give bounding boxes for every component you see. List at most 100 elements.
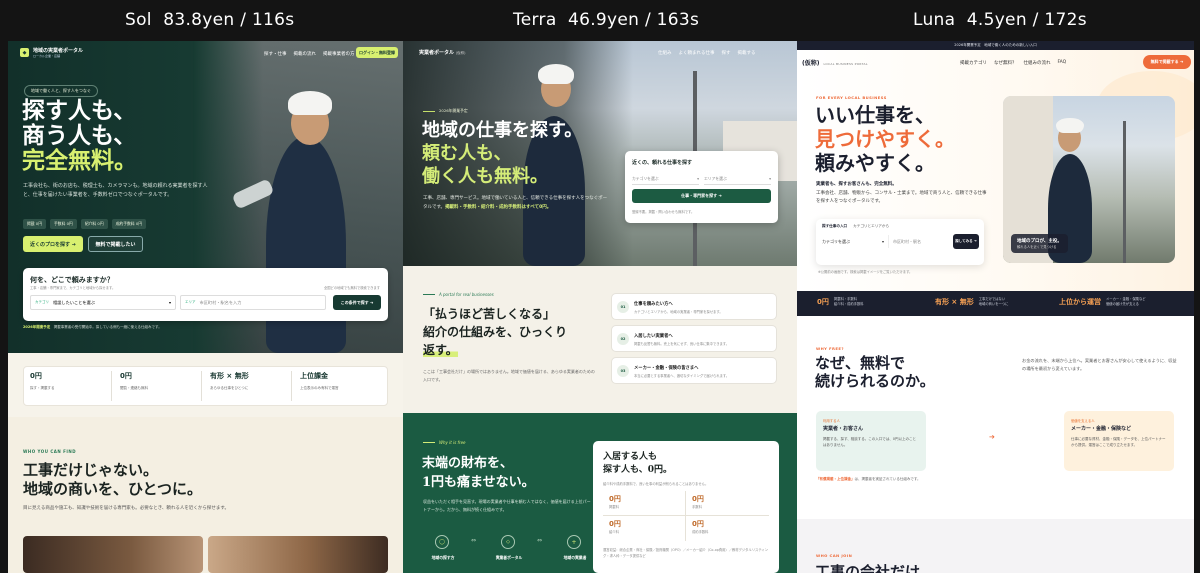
terra-description: 工事、店舗、専門サービス。地域で働いている人と、信頼できる仕事を探す人をつなぐポ… xyxy=(423,196,608,210)
stat-item: 有形 × 無形 あらゆる仕事をひとつに xyxy=(210,371,292,401)
luna-search-card: 探す仕事の入口 カテゴリとエリアから カテゴリを選ぶ ▾ 市区町村・駅名 探してみる… xyxy=(816,219,984,265)
luna-nav-item[interactable]: FAQ xyxy=(1058,60,1067,66)
terra-search-card: 近くの、頼れる仕事を探す カテゴリを選ぶ ▾ エリアを選ぶ ▾ 仕事・専門家を探す … xyxy=(625,151,778,223)
luna-partner-box: 価値を支える人 メーカー・金融・保険など 仕事に必要な資材、金融・保険・データを… xyxy=(1064,411,1174,471)
terra-brand[interactable]: 実業者ポータル (仮称) xyxy=(419,49,466,56)
list-free-button[interactable]: 無料で掲載したい xyxy=(88,236,143,252)
chevron-down-icon: ▾ xyxy=(881,239,884,244)
terra-step-card[interactable]: 01 仕事を頼みたい方へ カテゴリとエリアから、地域の実業者・専門家を探せます。 xyxy=(611,293,777,320)
luna-topbar: 2026年開業予定 地域で働く人のための新しい入口 xyxy=(797,41,1194,50)
luna-why-title: なぜ、無料で 続けられるのか。 xyxy=(815,354,935,390)
terra-flow-diagram: ◯ ◇ + ⇔ ⇔ 地域の探す方 実業者ポータル 地域の実業者 xyxy=(431,535,587,560)
terra-headline: 地域の仕事を探す。 頼む人も、 働く人も無料。 xyxy=(422,120,583,187)
area-input[interactable]: エリア 市区町村・駅名を入力 xyxy=(180,295,326,310)
sol-pill-badge: 地域で働く人と、探す人をつなぐ xyxy=(24,85,98,97)
terra-step-card[interactable]: 03 メーカー・金融・保険の皆さまへ 本当に必要とする事業者へ、適切なタイミング… xyxy=(611,357,777,384)
model-label-terra: Terra 46.9yen / 163s xyxy=(513,10,700,30)
sol-nav-item[interactable]: 探す・仕事 xyxy=(264,51,287,57)
sol-nav: 探す・仕事 掲載の流れ 掲載事業者の方 xyxy=(264,51,355,57)
chevron-down-icon: ▾ xyxy=(168,300,171,305)
luna-bottom-title: 工事の会社だけ xyxy=(815,563,921,573)
sol-section-eyebrow: WHO YOU CAN FIND xyxy=(23,449,77,454)
sol-section-desc: 目に見える商品や施工も、知識や技術を届ける専門家も。必要なとき、頼れる人を近くか… xyxy=(23,506,229,511)
terra-nav-item[interactable]: 探す xyxy=(722,50,731,56)
luna-nav: 掲載カテゴリ なぜ無料？ 仕組みの流れ FAQ xyxy=(960,60,1066,66)
sol-login-button[interactable]: ログイン・無料登録 xyxy=(356,47,398,58)
find-pro-button[interactable]: 近くのプロを探す ➔ xyxy=(23,236,83,252)
terra-portal-label: A portal for real businesses xyxy=(423,292,494,297)
utility-pole xyxy=(1123,121,1126,263)
luna-description: 実業者も、探すお客さんも、完全無料。 工事会社、店舗、物販から、コンサル・士業まで… xyxy=(816,182,987,204)
sol-footnote: 2026年開業予定 掲載事業者の受付開始中。探している側も一緒に使える仕組みです… xyxy=(23,325,162,329)
terra-search-button[interactable]: 仕事・専門家を探す ➔ xyxy=(632,189,771,203)
terra-green-title: 末端の財布を、 1円も痛ませない。 xyxy=(422,456,535,490)
sol-price-tags: 掲載 0円 手数料 0円 紹介料 0円 成約手数料 0円 xyxy=(23,219,147,229)
stat-item: 0円 探す・掲載する xyxy=(30,371,112,401)
sol-nav-item[interactable]: 掲載事業者の方 xyxy=(323,51,355,57)
terra-quote: 「払うほど苦しくなる」 紹介の仕組みを、ひっくり 返す。 xyxy=(423,307,568,357)
plus-icon: + xyxy=(567,535,581,549)
sol-section-title: 工事だけじゃない。 地域の商いを、ひとつに。 xyxy=(23,461,202,498)
luna-category-select[interactable]: カテゴリを選ぶ ▾ xyxy=(822,235,884,248)
terra-quote-desc: ここは「工事会社だけ」の場所ではありません。地域で価値を届ける、あらゆる実業者の… xyxy=(423,369,595,382)
sol-section-photo-1 xyxy=(23,536,203,573)
luna-search-note: ※公開前の画面です。検索は掲載イメージをご覧いただけます。 xyxy=(818,270,913,274)
terra-nav-item[interactable]: 仕組み xyxy=(658,50,672,56)
luna-join-label: WHO CAN JOIN xyxy=(816,553,853,558)
sol-section-photo-2 xyxy=(208,536,388,573)
stat-item: 上位から運営 メーカー・金融・保険など 価値の届け先が支える xyxy=(1059,297,1146,306)
portal-icon: ◇ xyxy=(501,535,515,549)
luna-note: 「有償掲載・上位課金」は、掲載者を実証されている仕組みです。 xyxy=(816,477,921,481)
luna-eyebrow: FOR EVERY LOCAL BUSINESS xyxy=(816,95,887,100)
sol-panel: ◆ 地域の実業者ポータル ローカル企業・店舗 探す・仕事 掲載の流れ 掲載事業者… xyxy=(8,41,403,573)
luna-search-button[interactable]: 探してみる ➔ xyxy=(953,234,979,249)
terra-badge: 2026年開業予定 xyxy=(423,108,468,114)
arrow-right-icon: ➔ xyxy=(989,433,995,441)
category-select[interactable]: カテゴリ 相談したいことを選ぶ ▾ xyxy=(30,295,176,310)
helmet-icon xyxy=(1056,118,1084,133)
helmet-icon xyxy=(288,91,332,115)
logo-icon: ◆ xyxy=(20,48,29,57)
sol-description: 工事会社も、街のお店も、税理士も、カメラマンも。地域の頼れる実業者を探す人と、仕… xyxy=(23,183,208,198)
sol-search-button[interactable]: この条件で探す ➔ xyxy=(333,295,381,310)
luna-hero-photo: 地域のプロが、主役。 頼れる人を近くで見つける xyxy=(1003,96,1175,263)
chevron-down-icon: ▾ xyxy=(697,176,699,181)
sol-search-card: 何を、どこで頼みますか？ 工事・店舗・専門家まで、カテゴリと地域から探せます。 … xyxy=(23,268,388,321)
terra-panel: 実業者ポータル (仮称) 仕組み よく頼まれる仕事 探す 掲載する 2026年開… xyxy=(403,41,797,573)
terra-nav-item[interactable]: 掲載する xyxy=(738,50,756,56)
luna-list-free-button[interactable]: 無料で掲載する ➔ xyxy=(1143,55,1191,69)
luna-user-box: 利用する人 実業者・お客さん 掲載する、探す、相談する。この入口では、0円以上の… xyxy=(816,411,926,471)
terra-green-desc: 収益をいただく相手を見直す。現場の実業者や仕事を頼む人ではなく、価値を届ける上位… xyxy=(423,499,591,512)
luna-nav-item[interactable]: 仕組みの流れ xyxy=(1024,60,1051,66)
model-label-sol: Sol 83.8yen / 116s xyxy=(125,10,295,30)
terra-nav-item[interactable]: よく頼まれる仕事 xyxy=(679,50,715,56)
sol-nav-item[interactable]: 掲載の流れ xyxy=(294,51,317,57)
model-label-luna: Luna 4.5yen / 172s xyxy=(913,10,1087,30)
stat-item: 有形 × 無形 工事だけではない 地域の商いを一つに xyxy=(935,297,1009,306)
sol-headline: 探す人も、 商う人も、 完全無料。 xyxy=(22,98,137,174)
person-icon: ◯ xyxy=(435,535,449,549)
luna-photo-caption: 地域のプロが、主役。 頼れる人を近くで見つける xyxy=(1011,234,1068,253)
luna-why-desc: お金の流れを、末端から上位へ。実業者とお客さんが安心して使えるように、収益の場所… xyxy=(1022,358,1177,371)
luna-why-label: WHY FREE? xyxy=(816,346,844,351)
chevron-down-icon: ▾ xyxy=(769,176,771,181)
luna-headline: いい仕事を、 見つけやすく。 頼みやすく。 xyxy=(815,103,955,175)
luna-logo[interactable]: (仮称) LOCAL BUSINESS PORTAL xyxy=(802,58,868,67)
terra-fee-grid: 0円 掲載料 0円 手数料 0円 紹介料 0円 成約手数料 xyxy=(603,491,769,541)
terra-category-select[interactable]: カテゴリを選ぶ ▾ xyxy=(632,173,699,185)
terra-why-label: Why it is free xyxy=(423,440,466,445)
terra-nav: 仕組み よく頼まれる仕事 探す 掲載する xyxy=(658,50,756,56)
stat-item: 0円 閲覧・連絡も無料 xyxy=(120,371,202,401)
terra-free-card: 入居する人も 探す人も、0円。 紹介料や成約手数料で、良い仕事の利益が削られるこ… xyxy=(593,441,779,573)
terra-step-card[interactable]: 02 入居したい実業者へ 掲載も反響も無料。売上を気にせず、良い仕事に集中できま… xyxy=(611,325,777,352)
luna-panel: 2026年開業予定 地域で働く人のための新しい入口 (仮称) LOCAL BUS… xyxy=(797,41,1194,573)
luna-area-input[interactable]: 市区町村・駅名 xyxy=(888,235,950,248)
terra-area-select[interactable]: エリアを選ぶ ▾ xyxy=(704,173,771,185)
helmet-icon xyxy=(538,64,574,84)
sol-brand[interactable]: ◆ 地域の実業者ポータル ローカル企業・店舗 xyxy=(20,47,83,58)
luna-nav-item[interactable]: 掲載カテゴリ xyxy=(960,60,987,66)
stat-item: 0円 掲載料・手数料 紹介料・成約手数料 xyxy=(817,297,864,306)
exchange-arrow-icon: ⇔ xyxy=(471,537,477,544)
luna-nav-item[interactable]: なぜ無料？ xyxy=(994,60,1017,66)
stat-item: 上位課金 上位表示のみ有料で運営 xyxy=(300,372,339,390)
